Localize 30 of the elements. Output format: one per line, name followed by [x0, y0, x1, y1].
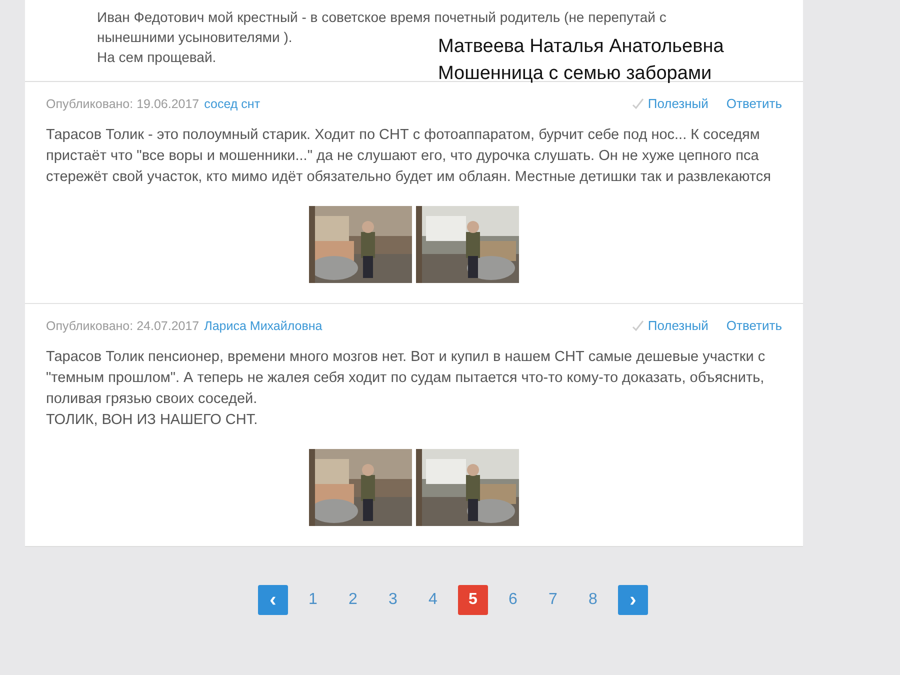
publish-date: Опубликовано: 24.07.2017: [46, 318, 200, 332]
author-link[interactable]: Лариса Михайловна: [204, 318, 322, 332]
page-button[interactable]: 2: [338, 585, 368, 615]
previous-page-button[interactable]: ‹: [258, 585, 288, 615]
overlay-caption: Мошенница с семью заборами: [438, 62, 713, 86]
publish-date: Опубликовано: 19.06.2017: [46, 96, 200, 110]
check-icon: [632, 320, 644, 332]
page-button[interactable]: 1: [298, 585, 328, 615]
next-page-button[interactable]: ›: [618, 585, 648, 615]
comment-text: На сем прощевай.: [97, 48, 216, 67]
page-button[interactable]: 3: [378, 585, 408, 615]
reply-link[interactable]: Ответить: [726, 96, 782, 111]
useful-label: Полезный: [648, 318, 708, 333]
page-button[interactable]: 5: [458, 585, 488, 615]
comment-text: Иван Федотович мой крестный - в советское время почетный родитель (не перепутай с: [97, 8, 666, 27]
comment-text: нынешними усыновителями ).: [97, 28, 292, 47]
page-button[interactable]: 7: [538, 585, 568, 615]
reply-link[interactable]: Ответить: [726, 318, 782, 333]
useful-label: Полезный: [648, 96, 708, 111]
page-button[interactable]: 4: [418, 585, 448, 615]
comment-text: Тарасов Толик - это полоумный старик. Ходит по СНТ с фотоаппаратом, бурчит себе под нос... К соседям пристаёт что "все воры и мошенники..." да не слушают его, что дурочка слушать. Он не хуже цепного пса стережёт свой участок, кто мимо идёт обязательно будет им облаян. Местные детишки так и развлекаются: [46, 126, 772, 187]
page-button[interactable]: 6: [498, 585, 528, 615]
check-icon: [632, 98, 644, 110]
page-button[interactable]: 8: [578, 585, 608, 615]
useful-link[interactable]: Полезный: [632, 96, 708, 111]
useful-link[interactable]: Полезный: [632, 318, 708, 333]
overlay-caption: Матвеева Наталья Анатольевна: [438, 35, 724, 59]
author-link[interactable]: сосед снт: [204, 96, 260, 110]
comment-text: Тарасов Толик пенсионер, времени много мозгов нет. Вот и купил в нашем СНТ самые дешевые участки с "темным прошлом". А теперь не жалея себя ходит по судам пытается что-то кому-то доказать, объяснить, поливая грязью своих соседей.: [46, 348, 766, 409]
comment-text: ТОЛИК, ВОН ИЗ НАШЕГО СНТ.: [46, 411, 259, 430]
